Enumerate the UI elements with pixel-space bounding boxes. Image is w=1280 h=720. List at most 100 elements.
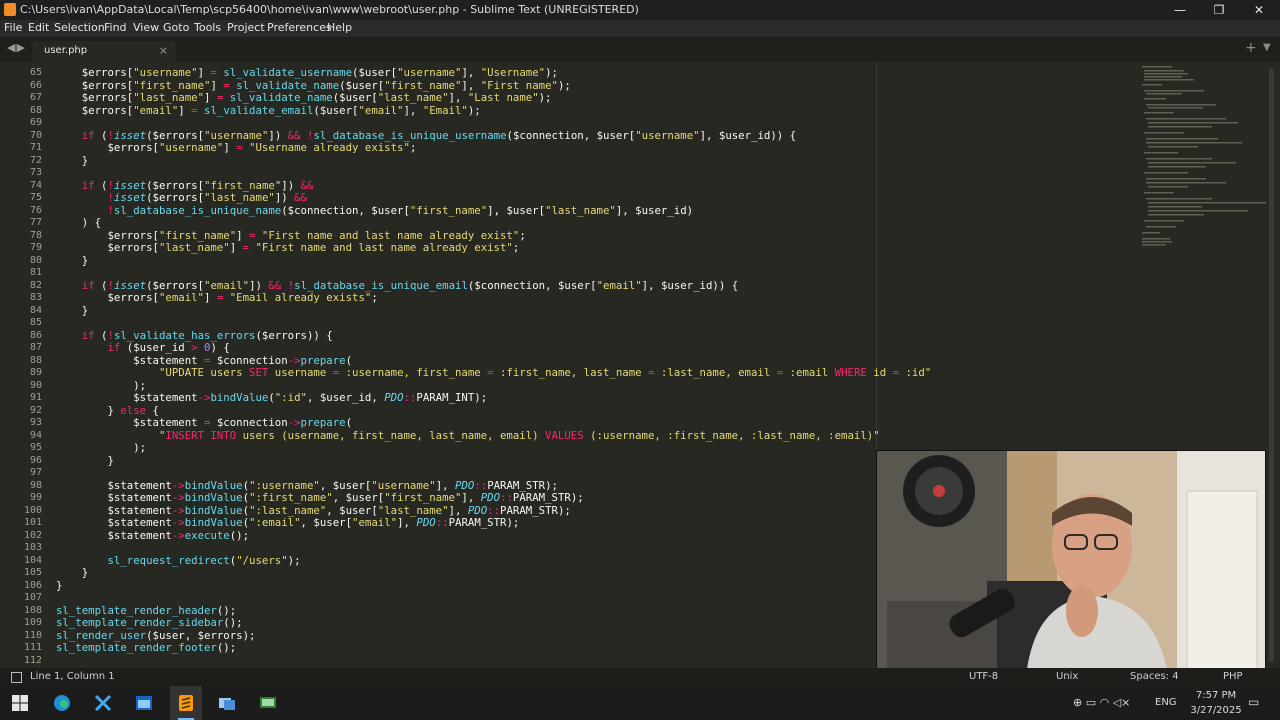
syntax-indicator[interactable]: PHP [1223,671,1243,682]
code-token: ], $user_id)) { [641,278,739,292]
code-line[interactable]: } [56,153,1136,168]
code-token: ($user_id [120,341,192,354]
line-number: 100 [23,504,42,516]
code-token: (); [223,616,243,629]
code-line[interactable]: } [56,254,1136,268]
vertical-scrollbar[interactable] [1269,68,1274,662]
code-line[interactable]: $statement->bindValue(":id", $user_id, P… [56,391,1136,405]
menu-tools[interactable]: Tools [194,21,221,34]
line-endings-indicator[interactable]: Unix [1056,671,1078,682]
code-token: :email [783,366,835,379]
calendar-app-icon[interactable] [135,694,153,712]
line-number: 90 [29,379,42,391]
cursor-position[interactable]: Line 1, Column 1 [30,671,115,682]
code-token: "First name and last name already exist" [255,241,513,254]
code-token: ] [178,103,192,117]
tray-icons[interactable]: ⊕ ▭ ◠ ◁× [1073,696,1130,709]
menu-find[interactable]: Find [104,21,127,34]
windows-start-icon[interactable] [11,694,29,712]
code-token: ], $user_id) [615,203,694,217]
code-token: , $user[ [326,503,378,517]
code-token: "email" [596,278,642,292]
menu-help[interactable]: Help [327,21,352,34]
code-token: "Email already exists" [229,291,372,304]
code-line[interactable]: $errors["last_name"] = "First name and l… [56,241,1136,255]
code-token: -> [171,478,185,492]
code-token: if [107,341,121,354]
sublime-text-icon [179,695,193,711]
menu-edit[interactable]: Edit [28,21,49,34]
code-token: $errors[ [56,66,134,79]
code-token: -> [287,353,301,367]
line-number: 94 [29,429,42,441]
menu-view[interactable]: View [133,21,159,34]
code-token: ($user[ [339,78,385,92]
code-token: bindValue [184,491,243,504]
panel-toggle-icon[interactable] [11,672,22,683]
code-token: ]) [274,191,295,204]
code-token: "last_name" [204,191,275,204]
remote-desktop-icon[interactable] [259,694,277,712]
tab-user-php[interactable]: user.php × [32,41,176,62]
line-number: 73 [29,167,42,178]
code-token: ":first_name" [249,491,333,504]
code-token: "Username already exists" [249,141,410,154]
clock-time[interactable]: 7:57 PM [1190,690,1242,701]
next-tab-icon[interactable]: ▶ [16,41,25,54]
code-token: bindValue [184,503,243,517]
code-token: execute [184,528,230,542]
code-token: ($user[ [352,66,398,79]
sublime-taskbar-active[interactable] [170,686,202,720]
code-line[interactable]: $errors["email"] = "Email already exists… [56,291,1136,305]
line-number: 111 [23,642,42,653]
edge-browser-icon[interactable] [53,694,71,712]
close-button[interactable]: ✕ [1240,0,1278,20]
encoding-indicator[interactable]: UTF-8 [969,671,998,682]
code-line[interactable]: "UPDATE users SET username = :username, … [56,366,1136,380]
tab-nav-arrows[interactable]: ◀▶ [7,41,26,54]
code-token: $statement [56,503,172,517]
clock-date[interactable]: 3/27/2025 [1186,705,1246,716]
indentation-indicator[interactable]: Spaces: 4 [1130,671,1179,682]
line-number: 76 [29,204,42,216]
code-line[interactable]: "INSERT INTO users (username, first_name… [56,428,1136,443]
code-line[interactable]: $errors["email"] = sl_validate_email($us… [56,103,1136,118]
code-token: PDO [467,503,488,517]
code-line[interactable]: } [56,304,1136,318]
code-token: } [56,578,63,592]
title-bar: C:\Users\ivan\AppData\Local\Temp\scp5640… [0,0,1280,20]
language-indicator[interactable]: ENG [1155,697,1177,708]
line-number: 89 [29,367,42,378]
new-tab-icon[interactable]: + [1245,40,1257,56]
line-number: 95 [29,442,42,453]
code-line[interactable]: $errors["username"] = "Username already … [56,141,1136,155]
notifications-icon[interactable]: ▭ [1248,695,1259,709]
code-token: ( [345,353,353,367]
xmind-icon[interactable] [94,694,112,712]
sublime-app-icon [4,3,16,16]
menu-file[interactable]: File [4,21,22,34]
menu-goto[interactable]: Goto [163,21,189,34]
code-token: ; [371,291,378,304]
code-token: INSERT INTO [165,428,237,442]
code-token: "first_name" [133,78,211,92]
code-line[interactable]: !sl_database_is_unique_name($connection,… [56,203,1136,218]
menu-selection[interactable]: Selection [54,21,105,34]
code-token: "email" [133,103,179,117]
code-token: , $user_id, [306,391,385,404]
code-token: isset [113,178,147,192]
maximize-button[interactable]: ❐ [1200,0,1238,20]
menu-project[interactable]: Project [227,21,265,34]
code-token: ":email" [249,516,301,529]
menu-preferences[interactable]: Preferences [267,21,332,34]
minimap[interactable] [1140,64,1268,254]
line-number: 74 [29,179,42,191]
minimize-button[interactable]: — [1161,0,1199,20]
winscp-icon[interactable] [218,694,236,712]
code-token: } [56,153,89,167]
tab-close-icon[interactable]: × [159,44,168,57]
tab-list-dropdown-icon[interactable]: ▼ [1263,42,1271,53]
